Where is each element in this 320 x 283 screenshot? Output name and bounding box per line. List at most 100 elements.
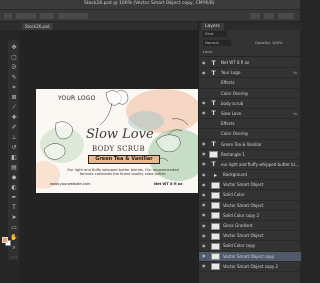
layer-row[interactable]: Color Overlay (199, 89, 301, 99)
layer-row[interactable]: Effects (199, 78, 301, 89)
clone-stamp-tool-icon[interactable]: ⊥ (10, 134, 18, 142)
opacity-field[interactable]: Opacity: 100% (255, 40, 283, 46)
layer-name: Background (223, 172, 247, 178)
layer-row[interactable]: ◉ Vector Smart Object (199, 231, 301, 242)
history-brush-tool-icon[interactable]: ↺ (10, 144, 18, 152)
options-field[interactable] (58, 13, 88, 19)
document-title: Stock26.psd @ 100% (Vector Smart Object … (84, 1, 215, 6)
layer-name: body scrub (221, 100, 244, 106)
visibility-eye-icon[interactable]: ◉ (202, 264, 207, 268)
more-tools-icon[interactable]: ⋯ (10, 254, 18, 262)
layer-name: Vector Smart Object (223, 202, 264, 208)
share-button[interactable] (278, 13, 294, 19)
visibility-eye-icon[interactable]: ◉ (202, 70, 207, 75)
visibility-eye-icon[interactable]: ◉ (202, 101, 207, 105)
layer-row[interactable]: ◉ Vector Smart Object copy 2 (199, 262, 301, 272)
layer-row[interactable]: ◉ T Slow Love fx (199, 109, 301, 120)
layers-panel: Layers Kind Normal Opacity: 100% Lock: ◉… (198, 22, 301, 283)
visibility-eye-icon[interactable]: ◉ (202, 192, 207, 197)
blend-mode-select[interactable]: Normal (203, 40, 231, 46)
layer-name: Net WT 8 fl oz (221, 60, 250, 65)
layer-name: Color Overlay (221, 131, 249, 137)
tab-document[interactable]: Stock26.psd (22, 23, 53, 30)
layer-row[interactable]: ◉ Vector Smart Object (199, 201, 301, 211)
layer-row[interactable]: ◉ T Net WT 8 fl oz (199, 58, 301, 69)
layer-thumbnail (211, 181, 220, 189)
visibility-eye-icon[interactable]: ◉ (202, 213, 207, 217)
layer-thumbnail (211, 253, 220, 261)
visibility-eye-icon[interactable]: ◉ (202, 142, 207, 146)
move-tool-icon[interactable]: ✥ (10, 44, 18, 52)
layer-row[interactable]: ◉ T Green Tea & Vanillar (199, 140, 301, 150)
layer-row[interactable]: ◉ Tour light and fluffy whipped butter bl… (199, 160, 301, 171)
visibility-eye-icon[interactable]: ◉ (202, 233, 207, 238)
lock-row: Lock: (199, 48, 301, 57)
search-icon[interactable] (250, 13, 260, 19)
brush-tool-icon[interactable]: ✐ (10, 124, 18, 132)
layer-row[interactable]: ◉ Solid Color copy (199, 241, 301, 252)
tab-layers[interactable]: Layers (201, 23, 224, 30)
visibility-eye-icon[interactable]: ◉ (202, 60, 207, 65)
visibility-eye-icon[interactable]: ◉ (202, 182, 207, 187)
blur-tool-icon[interactable]: ◆ (10, 174, 18, 182)
visibility-eye-icon[interactable]: ◉ (202, 162, 207, 166)
layer-row[interactable]: ◉ T Your Logo fx (199, 68, 301, 79)
visibility-eye-icon[interactable]: ◉ (202, 243, 207, 248)
eyedropper-tool-icon[interactable]: ⁄ (10, 104, 18, 112)
shape-tool-icon[interactable]: ▭ (10, 224, 18, 232)
frame-tool-icon[interactable]: ⊠ (10, 94, 18, 102)
layer-row[interactable]: ◉ Vector Smart Object (199, 180, 301, 191)
crop-tool-icon[interactable]: ⌗ (10, 84, 18, 92)
logo-text: YOUR LOGO (58, 95, 96, 102)
layer-name: Green Tea & Vanillar (221, 141, 262, 147)
menu-bar: Stock26.psd @ 100% (Vector Smart Object … (0, 0, 300, 10)
lock-label: Lock: (203, 49, 213, 54)
hand-tool-icon[interactable]: ✋ (10, 234, 18, 242)
visibility-eye-icon[interactable]: ◉ (202, 254, 207, 258)
layer-name: Vector Smart Object (223, 233, 264, 239)
label-artboard[interactable]: YOUR LOGO Slow Love BODY SCRUB Green Tea… (36, 89, 198, 193)
net-weight-text: Net WT 8 fl oz (154, 182, 183, 186)
options-toggle[interactable] (40, 13, 54, 19)
healing-brush-tool-icon[interactable]: ✚ (10, 114, 18, 122)
marquee-tool-icon[interactable]: ▢ (10, 54, 18, 62)
layer-row[interactable]: Effects (199, 119, 301, 130)
layer-row[interactable]: ◉ Solid Color copy 2 (199, 211, 301, 221)
foreground-color-swatch[interactable] (2, 237, 8, 243)
visibility-eye-icon[interactable]: ◉ (202, 111, 207, 115)
quick-select-tool-icon[interactable]: ✎ (10, 74, 18, 82)
workspace-icon[interactable] (264, 13, 274, 19)
options-dropdown[interactable] (16, 13, 36, 19)
layer-name: Effects (221, 121, 235, 127)
tool-preset-button[interactable] (4, 13, 12, 19)
layer-row[interactable]: ◉ Solid Color (199, 190, 301, 201)
layer-row[interactable]: ◉ Gloss Gradient (199, 221, 301, 232)
layer-row[interactable]: ◉ Tbody scrub (199, 99, 301, 109)
lasso-tool-icon[interactable]: ᘐ (10, 64, 18, 72)
layer-thumbnail (211, 242, 220, 250)
fx-icon[interactable]: fx (293, 70, 297, 76)
visibility-eye-icon[interactable]: ◉ (202, 223, 207, 228)
visibility-eye-icon[interactable]: ◉ (202, 152, 207, 156)
zoom-tool-icon[interactable]: ⌕ (10, 244, 18, 252)
layer-row[interactable]: ◉ Rectangle 1 (199, 150, 301, 160)
layer-name: our light and fluffy whipped butter bl..… (221, 161, 299, 167)
type-tool-icon[interactable]: T (10, 204, 18, 212)
layer-name: Your Logo (221, 70, 241, 76)
layer-row[interactable]: Color Overlay (199, 129, 301, 140)
pen-tool-icon[interactable]: ✒ (10, 194, 18, 202)
text-layer-icon: T (211, 69, 216, 77)
kind-filter-select[interactable]: Kind (203, 31, 227, 37)
layer-row[interactable]: ◉ Vector Smart Object copy (199, 251, 301, 262)
eraser-tool-icon[interactable]: ◧ (10, 154, 18, 162)
visibility-eye-icon[interactable]: ◉ (202, 203, 207, 207)
gradient-tool-icon[interactable]: ▤ (10, 164, 18, 172)
layer-name: Color Overlay (221, 90, 249, 96)
dodge-tool-icon[interactable]: ◐ (10, 184, 18, 192)
layer-row[interactable]: ◉ ▸ Background (199, 170, 301, 181)
fx-icon[interactable]: fx (293, 111, 297, 117)
visibility-eye-icon[interactable]: ◉ (202, 172, 207, 177)
path-select-tool-icon[interactable]: ➤ (10, 214, 18, 222)
layer-thumbnail (211, 202, 220, 210)
layer-name: Solid Color copy (223, 243, 256, 249)
